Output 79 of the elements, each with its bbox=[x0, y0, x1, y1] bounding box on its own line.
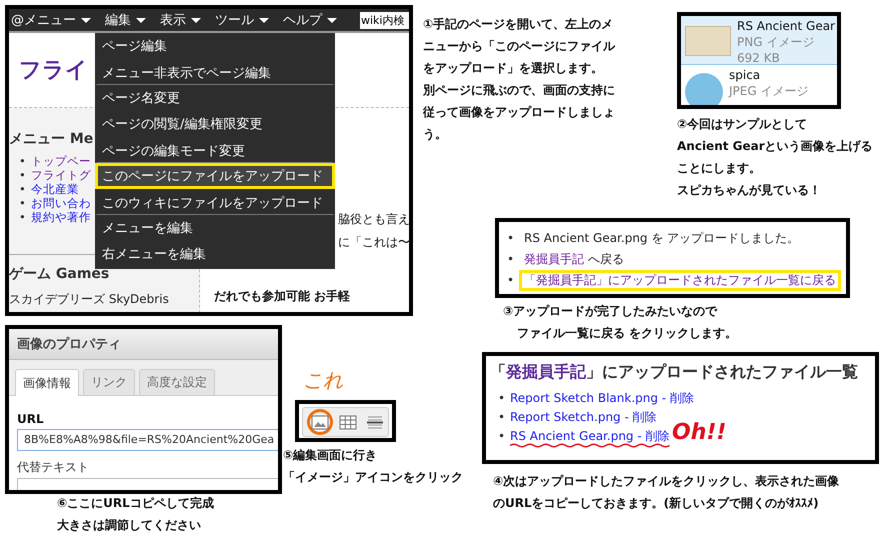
image-thumbnail bbox=[685, 26, 731, 56]
file-link[interactable]: RS Ancient Gear.png - 削除 bbox=[510, 427, 670, 446]
step-note: ④次はアップロードしたファイルをクリックし、表示された画像 のURLをコピーしておきます。(新しいタブで開くのがｵｽｽﾒ) bbox=[493, 473, 840, 512]
bullet: • bbox=[507, 251, 516, 268]
dropdown-item[interactable]: このウィキにファイルをアップロード bbox=[95, 189, 335, 215]
sidebar-link[interactable]: トップペー bbox=[31, 154, 91, 168]
horizontal-rule-icon bbox=[366, 414, 384, 430]
handwritten-note: Oh!! bbox=[672, 420, 726, 445]
dropdown-item[interactable]: このページにファイルをアップロード bbox=[95, 163, 335, 189]
game-title: スカイデブリーズ SkyDebris bbox=[9, 291, 169, 308]
sidebar-heading: ゲーム Games bbox=[9, 265, 110, 283]
caret-icon bbox=[136, 18, 146, 22]
page-link[interactable]: 発掘員手記 bbox=[506, 362, 586, 381]
file-link[interactable]: Report Sketch.png - 削除 bbox=[510, 408, 657, 427]
file-link[interactable]: Report Sketch Blank.png - 削除 bbox=[510, 389, 694, 408]
dialog-tab[interactable]: 高度な設定 bbox=[139, 369, 215, 395]
file-row[interactable]: RS Ancient Gear PNG イメージ 692 KB bbox=[681, 16, 837, 65]
caret-icon bbox=[191, 18, 201, 22]
sidebar-link[interactable]: 規約や著作 bbox=[31, 210, 91, 224]
step-note: ③アップロードが完了したみたいなので ファイル一覧に戻る をクリックします。 bbox=[503, 303, 738, 342]
caret-icon bbox=[327, 18, 337, 22]
sidebar-heading: メニュー Me bbox=[9, 130, 94, 148]
sidebar-link[interactable]: お問い合わ bbox=[31, 196, 91, 210]
file-row[interactable]: spica JPEG イメージ bbox=[681, 65, 837, 105]
bullet: • bbox=[498, 390, 506, 407]
step-note: ⑤編集画面に行き 「イメージ」アイコンをクリック bbox=[283, 447, 463, 486]
alt-text-field[interactable] bbox=[17, 478, 278, 490]
menu-item[interactable]: ヘルプ bbox=[283, 11, 340, 29]
menu-item[interactable]: 表示 bbox=[160, 11, 204, 29]
dropdown-item[interactable]: ページの閲覧/編集権限変更 bbox=[95, 111, 335, 137]
bullet: • bbox=[19, 210, 27, 224]
url-field[interactable]: 8B%E8%A8%98&file=RS%20Ancient%20Gea bbox=[17, 428, 278, 450]
menu-item[interactable]: 編集 bbox=[105, 11, 149, 29]
body-heading: だれでも参加可能 お手軽 bbox=[214, 288, 350, 305]
step-note: ⑥ここにURLコピペして完成 大きさは調節してください bbox=[57, 495, 214, 534]
avatar-placeholder bbox=[685, 73, 723, 105]
field-label: 代替テキスト bbox=[17, 458, 90, 476]
file-size: 692 KB bbox=[737, 50, 781, 66]
toolbar-button[interactable] bbox=[307, 409, 334, 435]
field-label: URL bbox=[17, 412, 45, 426]
bullet: • bbox=[498, 428, 506, 445]
page-title: フライ bbox=[19, 57, 88, 85]
result-line: 発掘員手記 へ戻る bbox=[523, 251, 625, 268]
file-name: spica bbox=[729, 67, 762, 83]
bullet: • bbox=[19, 154, 27, 168]
bullet: • bbox=[498, 409, 506, 426]
table-icon bbox=[338, 414, 357, 430]
file-name: RS Ancient Gear bbox=[737, 18, 835, 34]
dropdown-item[interactable]: メニュー非表示でページ編集 bbox=[95, 59, 335, 85]
dialog-tab[interactable]: 画像情報 bbox=[15, 369, 79, 396]
menu-item[interactable]: @メニュー bbox=[11, 11, 94, 29]
page-link[interactable]: 発掘員手記 bbox=[524, 252, 584, 266]
bullet: • bbox=[19, 182, 27, 196]
caret-icon bbox=[259, 18, 269, 22]
sidebar-link[interactable]: フライトグ bbox=[31, 168, 91, 182]
bullet: • bbox=[19, 196, 27, 210]
body-text: 脇役とも言え bbox=[338, 211, 409, 228]
bullet: • bbox=[507, 230, 516, 247]
dropdown-item[interactable]: ページ編集 bbox=[95, 33, 335, 59]
dropdown-item[interactable]: 右メニューを編集 bbox=[95, 241, 335, 267]
file-type: JPEG イメージ bbox=[729, 83, 808, 99]
dropdown-item[interactable]: メニューを編集 bbox=[95, 215, 335, 241]
sidebar-link[interactable]: 今北産業 bbox=[31, 182, 79, 196]
step-note: ②今回はサンプルとして Ancient Gearという画像を上げる ことにします。 スピカちゃんが見ている！ bbox=[677, 116, 873, 199]
dropdown-item[interactable]: ページ名変更 bbox=[95, 85, 335, 111]
result-line: RS Ancient Gear.png を アップロードしました。 bbox=[523, 230, 800, 247]
search-field[interactable]: wiki内検 bbox=[360, 12, 409, 28]
page-heading: 「発掘員手記」にアップロードされたファイル一覧 bbox=[490, 362, 859, 383]
dialog-tab[interactable]: リンク bbox=[83, 369, 135, 395]
menu-item[interactable]: ツール bbox=[215, 11, 272, 29]
dialog-title: 画像のプロパティ bbox=[9, 329, 278, 360]
page-link[interactable]: 「発掘員手記」にアップロードされたファイル一覧に戻る bbox=[524, 273, 836, 287]
file-type: PNG イメージ bbox=[737, 34, 816, 50]
bullet: • bbox=[507, 272, 516, 289]
handwritten-note: これ bbox=[303, 367, 343, 394]
caret-icon bbox=[81, 18, 91, 22]
image-icon bbox=[311, 414, 330, 430]
step-note: ①手記のページを開いて、左上のメ ニューから「このページにファイル をアップロード」を選択します。 別ページに飛ぶので、画面の支持に 従って画像をアップロードしましょ う。 bbox=[423, 16, 615, 143]
bullet: • bbox=[19, 168, 27, 182]
